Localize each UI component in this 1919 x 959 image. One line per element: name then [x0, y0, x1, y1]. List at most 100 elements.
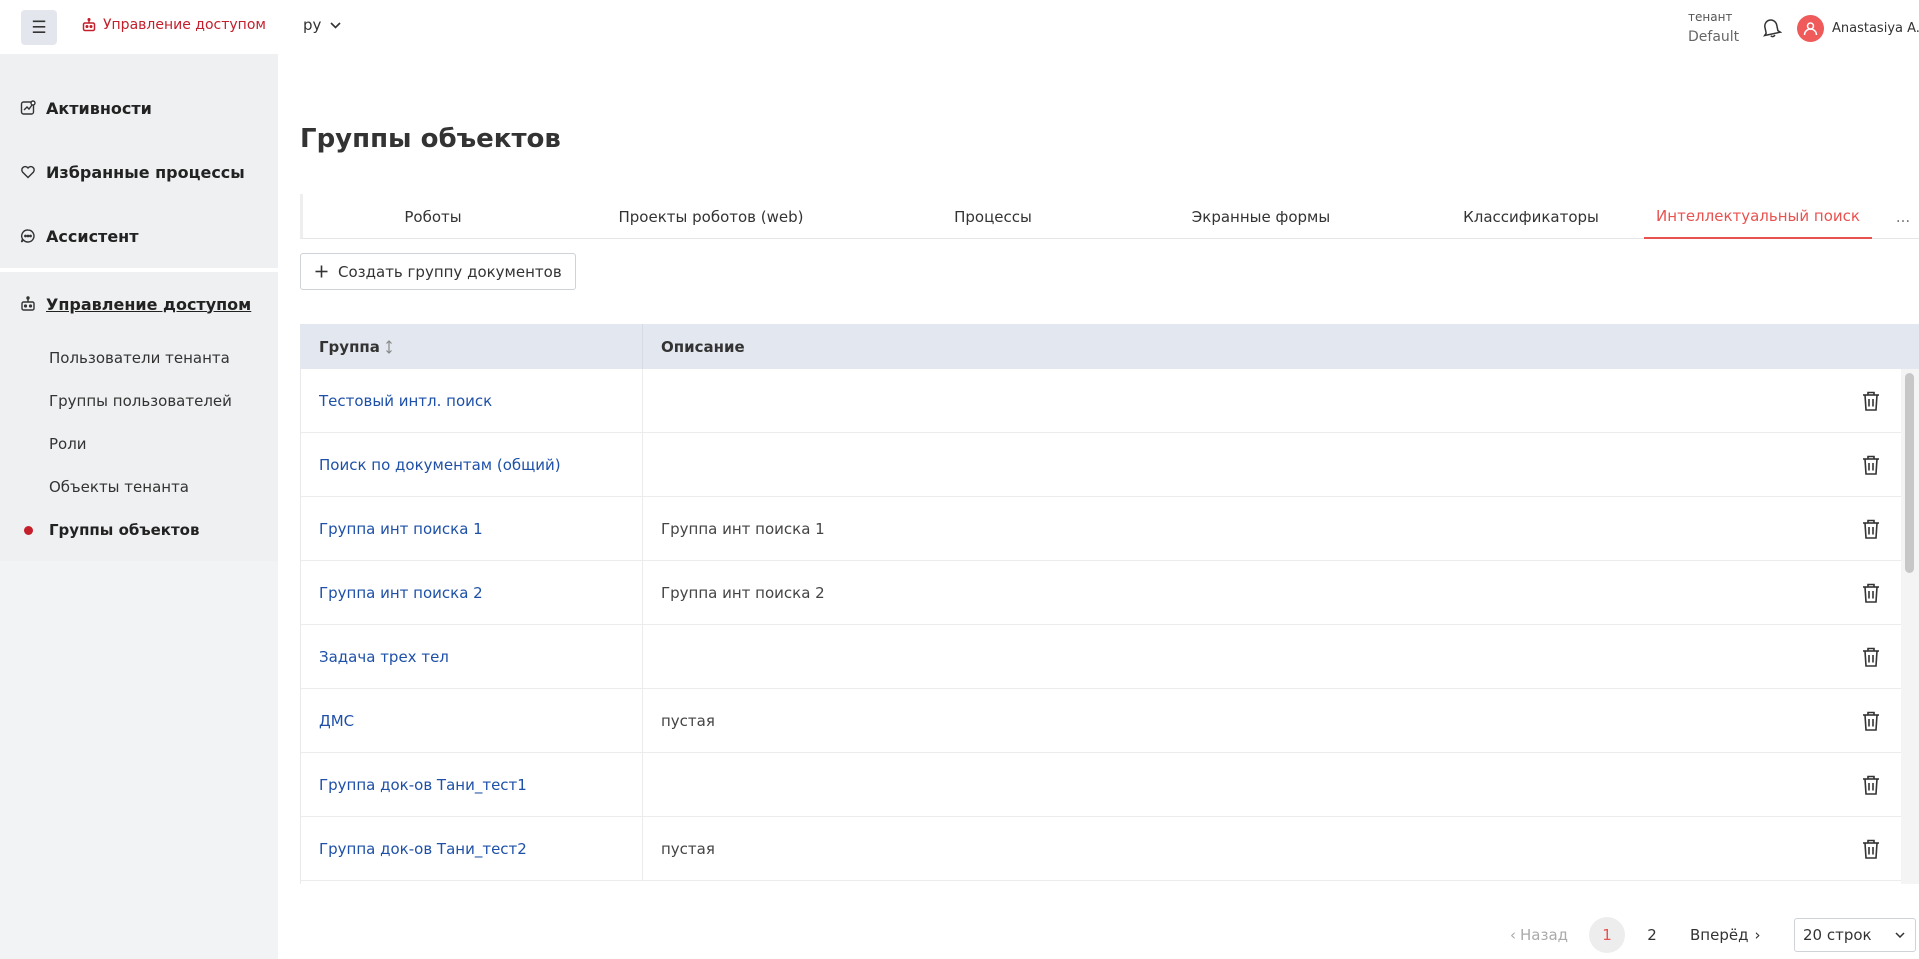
delete-button[interactable] — [1841, 711, 1901, 731]
column-header-label: Группа — [319, 337, 380, 356]
trash-icon — [1863, 583, 1879, 603]
tab-screen-forms[interactable]: Экранные формы — [1153, 194, 1369, 239]
group-description: пустая — [661, 711, 715, 730]
object-groups-table: Группа Описание Тестовый интл. поиск Поис… — [300, 324, 1919, 884]
table-row[interactable]: ДМС пустая — [301, 689, 1901, 753]
user-menu[interactable]: Anastasiya A. — [1797, 15, 1919, 42]
group-name-link[interactable]: Задача трех тел — [301, 625, 643, 688]
tenant-name: Default — [1688, 29, 1740, 45]
sidebar-item-access-management[interactable]: Управление доступом — [0, 272, 278, 336]
group-name-link[interactable]: Группа инт поиска 1 — [301, 497, 643, 560]
robot-icon — [21, 296, 35, 311]
column-header-description: Описание — [643, 324, 1919, 369]
sidebar-item-label: Активности — [46, 98, 152, 118]
tab-robot-projects-web[interactable]: Проекты роботов (web) — [603, 194, 819, 239]
app-title[interactable]: Управление доступом — [82, 17, 266, 33]
sidebar-nav: Активности Избранные процессы Ассистент — [0, 76, 278, 268]
group-name-link[interactable]: Группа док-ов Тани_тест2 — [301, 817, 643, 880]
table-row[interactable]: Поиск по документам (общий) — [301, 433, 1901, 497]
group-description — [643, 753, 1841, 816]
pagination-prev[interactable]: ‹ Назад — [1510, 917, 1568, 953]
table-row[interactable]: Группа инт поиска 1 Группа инт поиска 1 — [301, 497, 1901, 561]
table-row[interactable]: Группа док-ов Тани_тест2 пустая — [301, 817, 1901, 881]
delete-button[interactable] — [1841, 519, 1901, 539]
hamburger-menu-button[interactable]: ☰ — [21, 10, 57, 45]
delete-button[interactable] — [1841, 647, 1901, 667]
pagination-prev-label: Назад — [1520, 926, 1569, 944]
bell-icon[interactable] — [1760, 16, 1782, 38]
sidebar-item-label: Ассистент — [46, 226, 139, 246]
trash-icon — [1863, 839, 1879, 859]
user-name: Anastasiya A. — [1832, 21, 1919, 36]
page-title: Группы объектов — [300, 124, 561, 154]
language-label: ру — [303, 16, 322, 34]
delete-button[interactable] — [1841, 391, 1901, 411]
pagination-page-2[interactable]: 2 — [1634, 917, 1670, 953]
create-button-label: Создать группу документов — [338, 262, 562, 281]
table-row[interactable]: Тестовый интл. поиск — [301, 369, 1901, 433]
chevron-down-icon — [330, 21, 341, 29]
delete-button[interactable] — [1841, 583, 1901, 603]
delete-button[interactable] — [1841, 839, 1901, 859]
table-row[interactable]: Группа инт поиска 2 Группа инт поиска 2 — [301, 561, 1901, 625]
chevron-down-icon — [1895, 932, 1905, 938]
tab-processes[interactable]: Процессы — [903, 194, 1083, 239]
table-header: Группа Описание — [300, 324, 1919, 369]
tab-intelligent-search[interactable]: Интеллектуальный поиск — [1644, 194, 1872, 239]
sidebar: Активности Избранные процессы Ассистент — [0, 54, 278, 959]
group-description — [643, 369, 1841, 432]
activity-icon — [20, 100, 36, 115]
tab-classifiers[interactable]: Классификаторы — [1423, 194, 1639, 239]
create-document-group-button[interactable]: Создать группу документов — [300, 253, 576, 290]
table-row[interactable]: Задача трех тел — [301, 625, 1901, 689]
delete-button[interactable] — [1841, 455, 1901, 475]
chevron-left-icon: ‹ — [1510, 926, 1516, 944]
pagination-next[interactable]: Вперёд › — [1690, 917, 1760, 953]
sidebar-section-access: Управление доступом Пользователи тенанта… — [0, 272, 278, 561]
user-icon — [1803, 22, 1818, 36]
rows-per-page-select[interactable]: 20 строк — [1794, 918, 1916, 952]
delete-button[interactable] — [1841, 775, 1901, 795]
sidebar-item-assistant[interactable]: Ассистент — [0, 204, 278, 268]
pagination-next-label: Вперёд — [1690, 926, 1749, 944]
pagination-page-1[interactable]: 1 — [1589, 917, 1625, 953]
tab-bar: Роботы Проекты роботов (web) Процессы Эк… — [300, 194, 1919, 239]
sidebar-subitem-tenant-objects[interactable]: Объекты тенанта — [0, 465, 278, 508]
sidebar-item-favorites[interactable]: Избранные процессы — [0, 140, 278, 204]
trash-icon — [1863, 519, 1879, 539]
group-name-link[interactable]: Поиск по документам (общий) — [301, 433, 643, 496]
menu-icon: ☰ — [31, 17, 47, 38]
sidebar-item-label: Управление доступом — [46, 294, 252, 314]
sidebar-item-activities[interactable]: Активности — [0, 76, 278, 140]
table-row[interactable]: Группа док-ов Тани_тест1 — [301, 753, 1901, 817]
tenant-info[interactable]: тенант Default — [1688, 7, 1739, 47]
sidebar-subitem-roles[interactable]: Роли — [0, 422, 278, 465]
group-name-link[interactable]: Тестовый интл. поиск — [301, 369, 643, 432]
sidebar-subitem-object-groups[interactable]: Группы объектов — [0, 508, 278, 551]
group-description: Группа инт поиска 1 — [661, 519, 825, 538]
avatar — [1797, 15, 1824, 42]
sort-icon — [386, 339, 392, 354]
scrollbar-thumb[interactable] — [1905, 373, 1914, 573]
trash-icon — [1863, 391, 1879, 411]
group-name-link[interactable]: ДМС — [301, 689, 643, 752]
column-header-group[interactable]: Группа — [300, 324, 643, 369]
sidebar-subitem-user-groups[interactable]: Группы пользователей — [0, 379, 278, 422]
group-description: Группа инт поиска 2 — [661, 583, 825, 602]
table-scrollbar[interactable] — [1901, 369, 1919, 884]
top-bar: ☰ Управление доступом ру тенант Default … — [0, 0, 1919, 54]
group-name-link[interactable]: Группа док-ов Тани_тест1 — [301, 753, 643, 816]
trash-icon — [1863, 775, 1879, 795]
sidebar-subitem-tenant-users[interactable]: Пользователи тенанта — [0, 336, 278, 379]
sidebar-item-label: Избранные процессы — [46, 162, 245, 182]
trash-icon — [1863, 711, 1879, 731]
group-description: пустая — [661, 839, 715, 858]
table-body[interactable]: Тестовый интл. поиск Поиск по документам … — [300, 369, 1901, 884]
tenant-label: тенант — [1688, 10, 1733, 24]
language-selector[interactable]: ру — [303, 16, 341, 34]
group-name-link[interactable]: Группа инт поиска 2 — [301, 561, 643, 624]
group-description — [643, 433, 1841, 496]
robot-icon — [82, 18, 96, 32]
tab-robots[interactable]: Роботы — [363, 194, 503, 239]
tab-more[interactable]: ... — [1888, 194, 1918, 239]
